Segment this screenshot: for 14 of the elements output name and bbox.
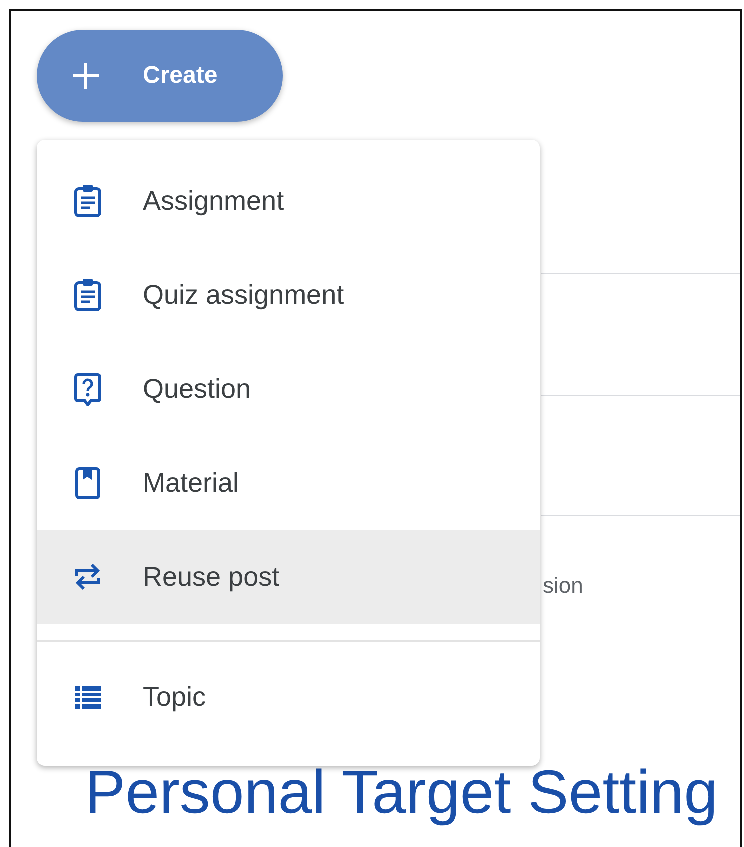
clipboard-icon <box>73 184 103 218</box>
question-icon <box>73 372 103 406</box>
topic-title: Personal Target Setting <box>85 759 718 826</box>
create-button[interactable]: Create <box>37 30 283 122</box>
menu-item[interactable]: Material <box>37 436 540 530</box>
plus-icon <box>71 61 101 91</box>
menu-item[interactable]: Reuse post <box>37 530 540 624</box>
bookmark-page-icon <box>73 466 103 500</box>
menu-item[interactable]: Question <box>37 342 540 436</box>
menu-item[interactable]: Assignment <box>37 154 540 248</box>
menu-item[interactable]: Quiz assignment <box>37 248 540 342</box>
menu-item[interactable]: Topic <box>37 650 540 744</box>
clipboard-icon <box>73 278 103 312</box>
row-text: sion <box>543 572 584 600</box>
